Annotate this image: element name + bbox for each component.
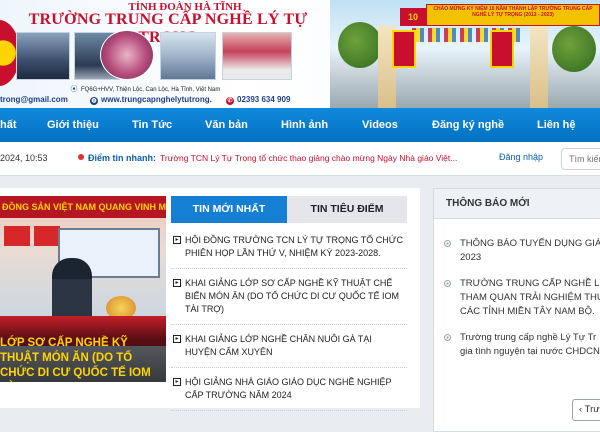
search-input[interactable] [561, 148, 600, 170]
nav-item-register[interactable]: Đăng ký nghề [432, 108, 504, 142]
notice-list: THÔNG BÁO TUYỂN DỤNG GIÁO 2023 TRƯỜNG TRU… [434, 233, 600, 367]
tab-highlight-news[interactable]: TIN TIÊU ĐIỂM [287, 196, 407, 223]
featured-caption[interactable]: LỚP SƠ CẤP NGHỀ KỸ THUẬT MÓN ĂN (DO TỔ C… [0, 316, 166, 382]
banner-photo [100, 30, 154, 80]
gate-poster [490, 30, 514, 68]
bullet-icon [444, 240, 451, 247]
flag-image [4, 226, 30, 246]
header-banner: TỈNH ĐOÀN HÀ TĨNH TRƯỜNG TRUNG CẤP NGHỀ … [0, 0, 600, 108]
featured-article[interactable]: ĐỒNG SẢN VIỆT NAM QUANG VINH MUÔN NĂM LỚ… [0, 196, 166, 382]
bullet-icon [444, 334, 451, 341]
list-item[interactable]: ▸ HỘI ĐỒNG TRƯỜNG TCN LÝ TỰ TRỌNG TỔ CHỨC… [171, 226, 407, 269]
current-datetime: 2024, 10:53 [0, 153, 48, 163]
banner-photo [16, 32, 70, 80]
notice-panel-title: THÔNG BÁO MỚI [434, 189, 600, 219]
tree-image [338, 22, 382, 68]
prev-button[interactable]: ‹ Trư [572, 399, 600, 421]
gate-sign-text: CHÀO MỪNG KỶ NIỆM 10 NĂM THÀNH LẬP TRƯỜN… [433, 6, 593, 18]
gate-pillar [530, 26, 548, 108]
nav-item-documents[interactable]: Văn bản [205, 108, 248, 142]
list-item[interactable]: ▸ KHAI GIẢNG LỚP NGHỀ CHĂN NUÔI GÀ TẠI HU… [171, 325, 407, 368]
arrow-right-icon: ▸ [173, 378, 181, 386]
notice-item[interactable]: THÔNG BÁO TUYỂN DỤNG GIÁO 2023 [434, 233, 600, 273]
bullet-icon [444, 280, 451, 287]
phone-icon: ✆ [226, 97, 234, 105]
contact-bar: ⦿ FQ6G+HVV, Thiện Lộc, Can Lộc, Hà Tĩnh, … [0, 82, 330, 108]
banner-photo [222, 32, 292, 80]
tree-image [552, 26, 596, 72]
address: ⦿ FQ6G+HVV, Thiện Lộc, Can Lộc, Hà Tĩnh, … [70, 86, 221, 93]
page: TỈNH ĐOÀN HÀ TĨNH TRƯỜNG TRUNG CẤP NGHỀ … [0, 0, 600, 432]
anniversary-badge: 10 [400, 8, 426, 26]
news-list: ▸ HỘI ĐỒNG TRƯỜNG TCN LÝ TỰ TRỌNG TỔ CHỨC… [171, 226, 407, 411]
login-link[interactable]: Đăng nhập [499, 152, 543, 162]
tab-latest-news[interactable]: TIN MỚI NHẤT [171, 196, 287, 223]
email[interactable]: trong@gmail.com [0, 95, 68, 104]
main-nav: hất Giới thiệu Tin Tức Văn bản Hình ảnh … [0, 108, 600, 142]
website-link[interactable]: ◍ www.trungcapnghelytutrong. [90, 95, 212, 105]
nav-item-about[interactable]: Giới thiệu [47, 108, 99, 142]
arrow-right-icon: ▸ [173, 236, 181, 244]
gate-poster [392, 30, 416, 68]
nav-item-videos[interactable]: Videos [362, 108, 398, 142]
banner-photo [160, 32, 216, 80]
list-item[interactable]: ▸ KHAI GIẢNG LỚP SƠ CẤP NGHỀ KỸ THUẬT CHẾ… [171, 269, 407, 325]
globe-icon: ◍ [90, 97, 98, 105]
flag-image [34, 226, 60, 246]
nav-item-news[interactable]: Tin Tức [132, 108, 172, 142]
featured-image-banner: ĐỒNG SẢN VIỆT NAM QUANG VINH MUÔN NĂM [0, 196, 166, 218]
nav-item-contact[interactable]: Liên hệ [537, 108, 576, 142]
notice-item[interactable]: Trường trung cấp nghề Lý Tự Tr gia tình n… [434, 327, 600, 367]
nav-item-home[interactable]: hất [0, 108, 17, 142]
ticker-bar: 2024, 10:53 Điểm tin nhanh: Trường TCN L… [0, 142, 600, 176]
bullet-icon [78, 154, 84, 160]
gate-photo: CHÀO MỪNG KỶ NIỆM 10 NĂM THÀNH LẬP TRƯỜN… [330, 0, 600, 108]
nav-item-images[interactable]: Hình ảnh [281, 108, 328, 142]
ticker-label: Điểm tin nhanh: [78, 153, 156, 163]
location-icon: ⦿ [70, 86, 78, 93]
arrow-right-icon: ▸ [173, 335, 181, 343]
list-item[interactable]: ▸ HỘI GIẢNG NHÀ GIÁO GIÁO DỤC NGHỀ NGHIỆP… [171, 368, 407, 411]
notice-panel: THÔNG BÁO MỚI THÔNG BÁO TUYỂN DỤNG GIÁO 2… [433, 188, 600, 432]
news-tabs: TIN MỚI NHẤT TIN TIÊU ĐIỂM [171, 196, 407, 223]
arrow-right-icon: ▸ [173, 279, 181, 287]
notice-item[interactable]: TRƯỜNG TRUNG CẤP NGHỀ LÝ T THAM QUAN TRẢI… [434, 273, 600, 327]
phone[interactable]: ✆ 02393 634 909 [226, 95, 290, 105]
ticker-headline[interactable]: Trường TCN Lý Tự Trọng tổ chức thao giản… [160, 153, 457, 163]
